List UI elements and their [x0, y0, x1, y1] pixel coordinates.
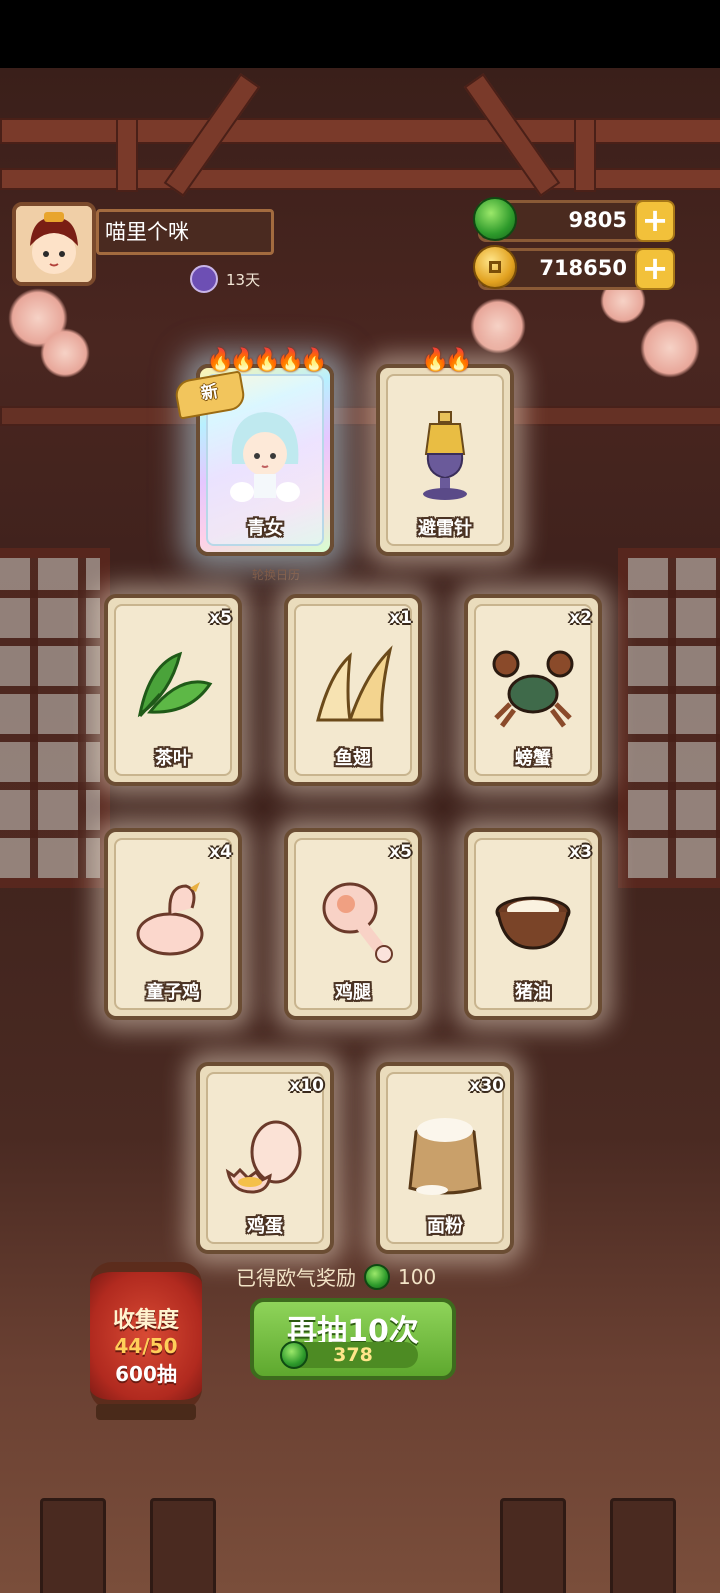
reward-label: 已得欧气奖励 [236, 1266, 356, 1290]
railing-post [150, 1498, 216, 1593]
card-drumstick[interactable]: x5 鸡腿 [284, 828, 422, 1020]
add-jade-button[interactable]: + [635, 200, 675, 242]
lattice-window-right [618, 548, 720, 888]
collection-progress: 44/50 [114, 1334, 178, 1358]
card-tea-leaf[interactable]: x5 茶叶 [104, 594, 242, 786]
chicken-icon [136, 882, 204, 956]
card-name: 鸡腿 [335, 982, 371, 1003]
avatar-portrait-icon [16, 206, 92, 282]
cherry-blossom [640, 318, 700, 378]
egg-icon [225, 1120, 302, 1194]
player-name: 喵里个咪 [96, 209, 274, 255]
card-name: 面粉 [427, 1216, 463, 1237]
card-name: 青女 [247, 518, 283, 539]
lantern-stand [96, 1404, 196, 1420]
rotate-calendar-label: 轮换日历 [252, 568, 301, 582]
jade-icon [364, 1263, 390, 1290]
card-name: 鱼翅 [335, 748, 371, 769]
tea-leaf-icon [137, 651, 213, 718]
wall-beam [0, 406, 720, 426]
card-name: 童子鸡 [146, 982, 200, 1003]
flour-sack-icon [408, 1118, 482, 1195]
lattice-window-left [0, 548, 110, 888]
card-quantity: x1 [389, 608, 412, 628]
jade-icon [473, 197, 517, 241]
card-chicken[interactable]: x4 童子鸡 [104, 828, 242, 1020]
buff-icon[interactable] [190, 265, 218, 293]
jade-currency-bar: 9805 + [473, 197, 675, 242]
card-quantity: x3 [569, 842, 592, 862]
rarity-flames: 🔥🔥 [421, 348, 473, 373]
draw-cost: 378 [280, 1341, 418, 1369]
card-lard[interactable]: x3 猪油 [464, 828, 602, 1020]
crab-icon [492, 650, 574, 728]
roof-post [574, 118, 596, 192]
draw-cost-value: 378 [333, 1344, 373, 1366]
card-egg[interactable]: x10 鸡蛋 [196, 1062, 334, 1254]
add-coins-button[interactable]: + [635, 248, 675, 290]
collection-draws: 600抽 [115, 1362, 177, 1386]
roof-post [116, 118, 138, 192]
card-quantity: x30 [469, 1076, 504, 1096]
card-name: 茶叶 [155, 748, 191, 769]
login-days: 13天 [190, 265, 260, 293]
card-name: 鸡蛋 [247, 1216, 283, 1237]
card-featured-lightning-rod[interactable]: 🔥🔥 避雷针 [376, 348, 514, 556]
card-shark-fin[interactable]: x1 鱼翅 [284, 594, 422, 786]
card-name: 螃蟹 [515, 748, 551, 769]
rarity-flames: 🔥🔥🔥🔥🔥 [206, 348, 328, 373]
gold-coin-icon [473, 245, 517, 289]
player-avatar[interactable] [12, 202, 96, 286]
lightning-rod-icon [423, 411, 467, 500]
railing-post [500, 1498, 566, 1593]
cherry-blossom [40, 328, 90, 378]
coin-currency-bar: 718650 + [473, 245, 675, 290]
railing-post [610, 1498, 676, 1593]
card-quantity: x4 [209, 842, 232, 862]
card-crab[interactable]: x2 螃蟹 [464, 594, 602, 786]
card-quantity: x5 [209, 608, 232, 628]
lard-bowl-icon [495, 896, 571, 950]
reward-value: 100 [398, 1264, 437, 1289]
collection-title: 收集度 [112, 1308, 179, 1333]
jade-amount: 9805 [568, 208, 627, 232]
coin-amount: 718650 [539, 256, 627, 280]
luck-reward: 已得欧气奖励 100 [236, 1262, 436, 1291]
card-name: 避雷针 [418, 518, 472, 539]
collection-lantern[interactable]: 收集度 44/50 600抽 [90, 1262, 202, 1410]
cherry-blossom [470, 298, 526, 354]
days-label: 13天 [226, 270, 261, 289]
draw-10-button[interactable]: 再抽10次 378 [250, 1298, 456, 1380]
card-featured-qingnv[interactable]: 🔥🔥🔥🔥🔥 新 青女 [173, 348, 334, 556]
roof-beam [0, 168, 720, 190]
card-quantity: x10 [289, 1076, 324, 1096]
drumstick-icon [322, 882, 393, 963]
character-qingnv-icon [230, 412, 300, 502]
railing-post [40, 1498, 106, 1593]
card-quantity: x2 [569, 608, 592, 628]
shark-fin-icon [316, 645, 393, 722]
card-flour[interactable]: x30 面粉 [376, 1062, 514, 1254]
jade-icon [280, 1341, 308, 1369]
card-quantity: x5 [389, 842, 412, 862]
card-name: 猪油 [515, 982, 551, 1003]
roof-beam [0, 118, 720, 144]
